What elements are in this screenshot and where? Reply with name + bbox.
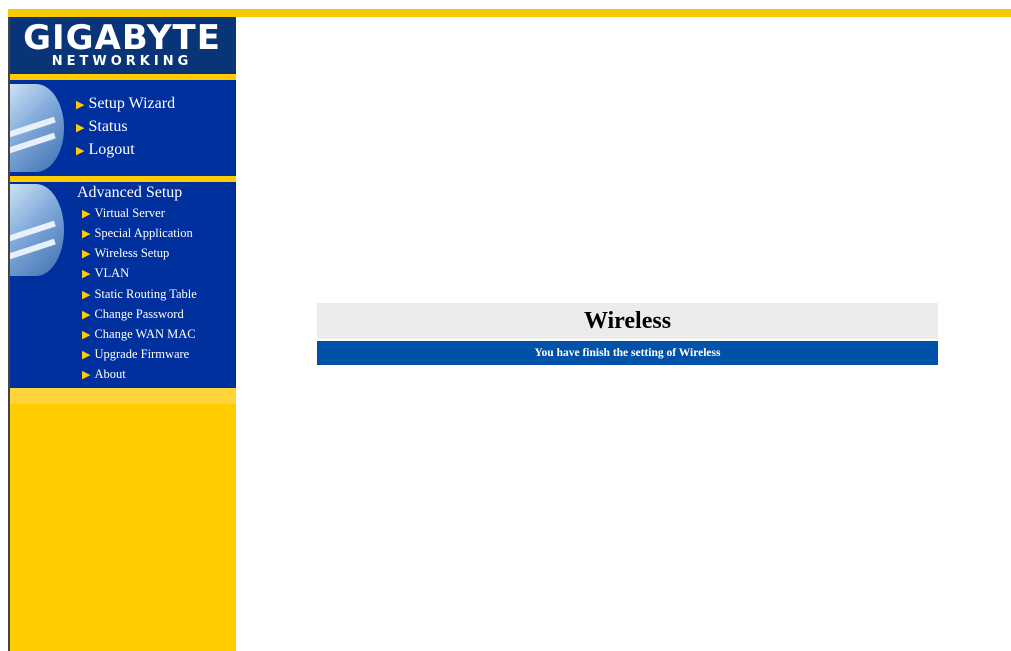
nav-label: Special Application [94,226,193,240]
arrow-right-icon: ▶ [82,369,91,381]
top-accent-bar [8,9,1011,17]
nav-label: Change WAN MAC [94,327,196,341]
arrow-right-icon: ▶ [82,309,91,321]
nav-static-routing-table[interactable]: ▶ Static Routing Table [82,287,197,303]
nav-change-password[interactable]: ▶ Change Password [82,307,184,323]
nav-upgrade-firmware[interactable]: ▶ Upgrade Firmware [82,347,189,363]
nav-change-wan-mac[interactable]: ▶ Change WAN MAC [82,327,196,343]
router-image [8,184,64,276]
nav-label: VLAN [94,266,130,280]
nav-label: About [94,367,126,381]
frame-border [8,17,10,651]
arrow-right-icon: ▶ [82,248,91,260]
status-message: You have finish the setting of Wireless [317,341,938,365]
router-image [8,84,64,172]
nav-logout[interactable]: ▶ Logout [76,141,135,160]
brand-tagline: NETWORKING [51,54,193,69]
nav-label: Virtual Server [94,206,165,220]
advanced-setup-title: Advanced Setup [77,184,183,201]
nav-label: Upgrade Firmware [94,347,190,361]
arrow-right-icon: ▶ [76,99,85,111]
arrow-right-icon: ▶ [82,208,91,220]
nav-special-application[interactable]: ▶ Special Application [82,226,193,242]
nav-status[interactable]: ▶ Status [76,118,128,137]
nav-label: Change Password [94,307,184,321]
nav-label: Static Routing Table [94,287,197,301]
brand-logo: GIGABYTE NETWORKING [8,17,236,74]
nav-setup-wizard[interactable]: ▶ Setup Wizard [76,95,175,114]
arrow-right-icon: ▶ [82,228,91,240]
sidebar: GIGABYTE NETWORKING ▶ Setup Wizard ▶ Statu… [8,17,236,651]
nav-wireless-setup[interactable]: ▶ Wireless Setup [82,246,169,262]
brand-name: GIGABYTE [23,18,221,58]
arrow-right-icon: ▶ [82,329,91,341]
page-title: Wireless [317,303,938,339]
nav-label: Logout [88,141,135,158]
nav-label: Wireless Setup [94,246,170,260]
arrow-right-icon: ▶ [82,289,91,301]
nav-virtual-server[interactable]: ▶ Virtual Server [82,206,165,222]
arrow-right-icon: ▶ [82,268,91,280]
nav-vlan[interactable]: ▶ VLAN [82,266,129,282]
arrow-right-icon: ▶ [76,122,85,134]
divider-strip [8,388,236,404]
nav-about[interactable]: ▶ About [82,367,126,383]
arrow-right-icon: ▶ [76,145,85,157]
nav-label: Status [88,118,128,135]
arrow-right-icon: ▶ [82,349,91,361]
nav-label: Setup Wizard [88,95,176,112]
